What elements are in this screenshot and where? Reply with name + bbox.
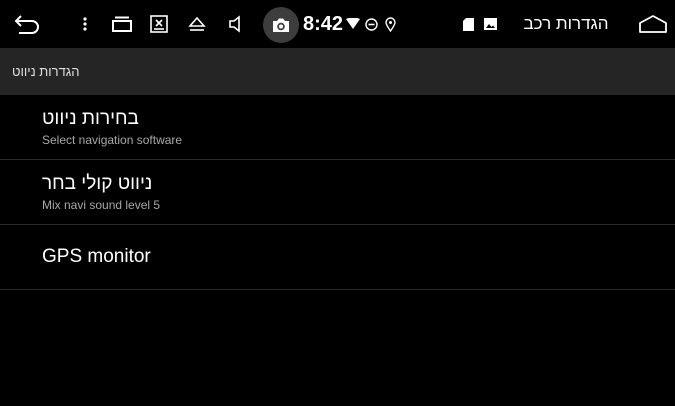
clock: 8:42 bbox=[303, 13, 344, 35]
setting-gps-monitor[interactable]: GPS monitor bbox=[0, 225, 675, 290]
do-not-disturb-icon bbox=[363, 0, 379, 48]
setting-voice-navigation[interactable]: ניווט קולי בחר Mix navi sound level 5 bbox=[0, 160, 675, 225]
home-icon[interactable] bbox=[636, 0, 670, 48]
setting-title: GPS monitor bbox=[42, 246, 151, 267]
image-icon bbox=[482, 0, 498, 48]
close-window-icon[interactable] bbox=[148, 0, 170, 48]
setting-subtitle: Mix navi sound level 5 bbox=[42, 198, 161, 212]
more-icon[interactable] bbox=[78, 0, 92, 48]
setting-navigation-software[interactable]: בחירות ניווט Select navigation software bbox=[0, 95, 675, 160]
sd-card-icon bbox=[461, 0, 475, 48]
page-title: הגדרות ניווט bbox=[12, 64, 80, 79]
status-bar: 8:42 הגדרות רכב bbox=[0, 0, 675, 48]
car-settings-title: הגדרות רכב bbox=[523, 14, 609, 33]
camera-button[interactable] bbox=[263, 7, 299, 43]
settings-list: בחירות ניווט Select navigation software … bbox=[0, 95, 675, 290]
camera-icon bbox=[273, 18, 289, 32]
location-icon bbox=[383, 0, 397, 48]
setting-title: ניווט קולי בחר bbox=[42, 173, 153, 194]
setting-subtitle: Select navigation software bbox=[42, 133, 183, 147]
app-bar: הגדרות ניווט bbox=[0, 48, 675, 95]
setting-title: בחירות ניווט bbox=[42, 108, 139, 129]
back-icon[interactable] bbox=[10, 0, 44, 48]
wifi-icon bbox=[345, 0, 361, 48]
volume-icon[interactable] bbox=[225, 0, 245, 48]
recent-apps-icon[interactable] bbox=[110, 0, 134, 48]
eject-icon[interactable] bbox=[186, 0, 208, 48]
